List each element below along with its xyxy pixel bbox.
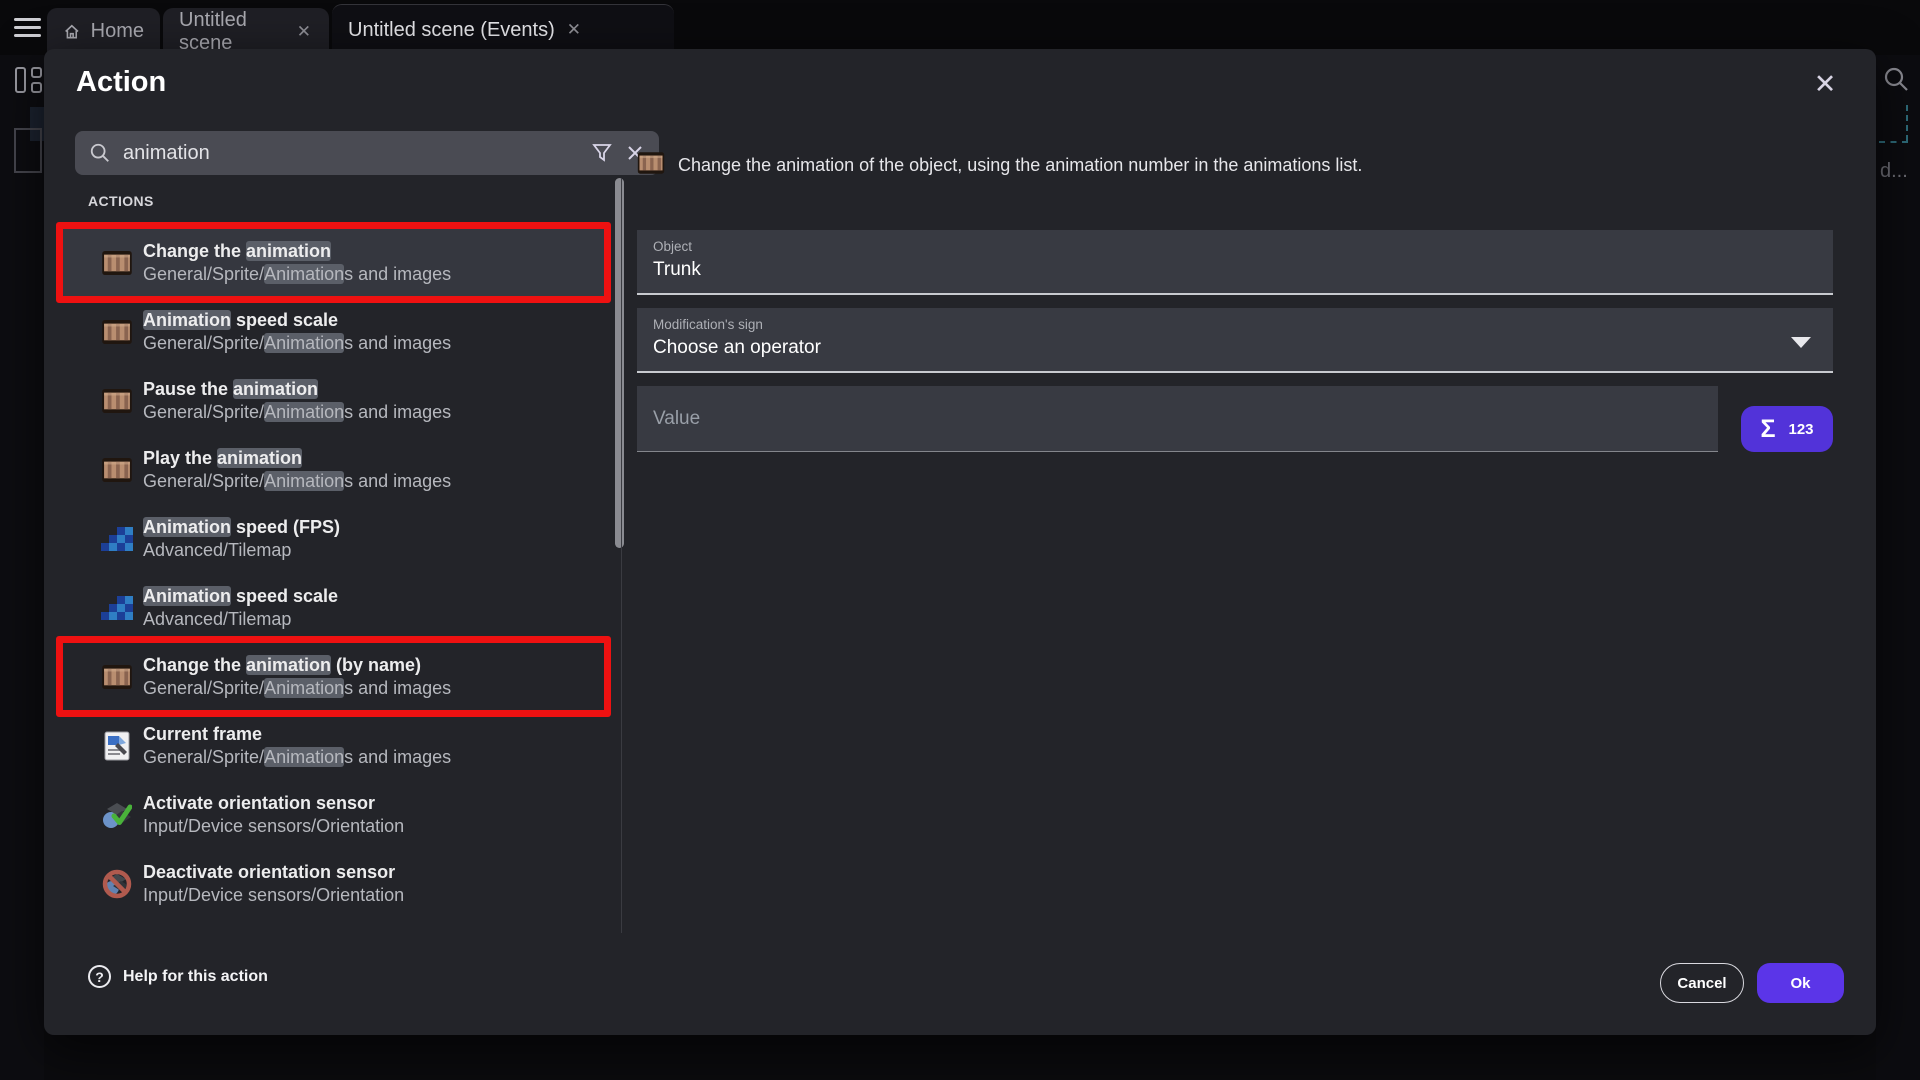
action-subtitle: General/Sprite/Animations and images — [143, 677, 451, 700]
action-list-item[interactable]: Current frame General/Sprite/Animations … — [62, 711, 605, 780]
action-title: Play the animation — [143, 447, 451, 470]
action-subtitle: General/Sprite/Animations and images — [143, 332, 451, 355]
menu-icon[interactable] — [14, 18, 41, 38]
action-title: Animation speed (FPS) — [143, 516, 340, 539]
object-field-label: Object — [653, 239, 1817, 254]
chevron-down-icon — [1791, 337, 1811, 348]
sprite-animation-icon — [637, 150, 665, 181]
tab-untitled-scene-events[interactable]: Untitled scene (Events) ✕ — [332, 4, 674, 55]
action-title: Deactivate orientation sensor — [143, 861, 404, 884]
expression-editor-button[interactable]: Σ 123 — [1741, 406, 1833, 452]
panel-divider — [621, 178, 622, 933]
action-list-item[interactable]: Animation speed (FPS) Advanced/Tilemap — [62, 504, 605, 573]
value-input[interactable] — [637, 386, 1718, 451]
help-link[interactable]: ? Help for this action — [88, 965, 268, 988]
action-subtitle: General/Sprite/Animations and images — [143, 746, 451, 769]
action-subtitle: General/Sprite/Animations and images — [143, 470, 451, 493]
search-icon[interactable] — [1882, 65, 1910, 93]
background-right-panel: d... — [1876, 55, 1920, 1080]
action-list-item[interactable]: Pause the animation General/Sprite/Anima… — [62, 366, 605, 435]
truncated-event-text: d... — [1880, 160, 1908, 183]
sigma-icon: Σ — [1760, 415, 1775, 444]
action-list-item[interactable]: Play the animation General/Sprite/Animat… — [62, 435, 605, 504]
action-subtitle: General/Sprite/Animations and images — [143, 401, 451, 424]
help-icon: ? — [88, 965, 111, 988]
action-list-item[interactable]: Animation speed scale General/Sprite/Ani… — [62, 297, 605, 366]
action-list-item[interactable]: Change the animation General/Sprite/Anim… — [62, 228, 605, 297]
tab-label: Untitled scene (Events) — [348, 19, 555, 42]
tab-untitled-scene[interactable]: Untitled scene ✕ — [163, 8, 329, 55]
tab-label: Home — [91, 20, 144, 43]
dialog-title: Action — [76, 66, 166, 99]
value-field — [637, 386, 1718, 452]
action-subtitle: Input/Device sensors/Orientation — [143, 815, 404, 838]
tab-home[interactable]: Home — [47, 8, 160, 55]
action-list-item[interactable]: Animation speed scale Advanced/Tilemap — [62, 573, 605, 642]
modification-sign-label: Modification's sign — [653, 317, 1817, 332]
action-subtitle: Advanced/Tilemap — [143, 539, 340, 562]
list-scrollbar[interactable] — [615, 178, 624, 548]
object-field-value: Trunk — [653, 259, 1817, 281]
help-label: Help for this action — [123, 968, 268, 986]
tilemap-icon — [100, 595, 134, 621]
actions-list: Change the animation General/Sprite/Anim… — [62, 228, 605, 918]
action-title: Pause the animation — [143, 378, 451, 401]
action-title: Animation speed scale — [143, 585, 338, 608]
action-title: Animation speed scale — [143, 309, 451, 332]
window-topbar: Home Untitled scene ✕ Untitled scene (Ev… — [0, 0, 1920, 55]
action-title: Change the animation — [143, 240, 451, 263]
search-icon — [89, 142, 111, 164]
ok-button[interactable]: Ok — [1757, 963, 1844, 1003]
modification-sign-field[interactable]: Modification's sign Choose an operator — [637, 308, 1833, 373]
sprite-animation-icon — [100, 320, 134, 344]
sensor-active-icon — [100, 800, 134, 830]
cancel-button[interactable]: Cancel — [1660, 963, 1744, 1003]
modification-sign-value: Choose an operator — [653, 337, 1817, 359]
sprite-animation-icon — [100, 458, 134, 482]
action-dialog: Action ✕ ACTIONS Change the animation Ge… — [44, 49, 1876, 1035]
tab-close-icon[interactable]: ✕ — [295, 22, 313, 42]
action-title: Activate orientation sensor — [143, 792, 404, 815]
action-list-item[interactable]: Change the animation (by name) General/S… — [62, 642, 605, 711]
sprite-animation-icon — [100, 251, 134, 275]
home-icon — [63, 22, 81, 41]
background-left-toolbar — [0, 55, 44, 1080]
tab-label: Untitled scene — [179, 9, 285, 55]
action-title: Change the animation (by name) — [143, 654, 451, 677]
action-list-item[interactable]: Activate orientation sensor Input/Device… — [62, 780, 605, 849]
action-subtitle: General/Sprite/Animations and images — [143, 263, 451, 286]
close-icon[interactable]: ✕ — [1806, 65, 1844, 103]
action-subtitle: Advanced/Tilemap — [143, 608, 338, 631]
selection-marquee — [1906, 105, 1908, 141]
object-field[interactable]: Object Trunk — [637, 230, 1833, 295]
tilemap-icon — [100, 526, 134, 552]
search-input[interactable] — [123, 142, 579, 165]
sprite-animation-icon — [100, 665, 134, 689]
action-subtitle: Input/Device sensors/Orientation — [143, 884, 404, 907]
expression-123-label: 123 — [1788, 421, 1813, 438]
action-title: Current frame — [143, 723, 451, 746]
grid-view-icon[interactable] — [15, 67, 43, 95]
background-button-fragment — [14, 128, 42, 173]
action-description: Change the animation of the object, usin… — [678, 150, 1858, 180]
actions-section-header: ACTIONS — [88, 193, 154, 209]
sprite-animation-icon — [100, 389, 134, 413]
action-search-box[interactable] — [75, 131, 659, 175]
action-list-item[interactable]: Deactivate orientation sensor Input/Devi… — [62, 849, 605, 918]
current-frame-icon — [100, 731, 134, 761]
sensor-inactive-icon — [100, 869, 134, 899]
tab-close-icon[interactable]: ✕ — [565, 20, 583, 40]
filter-icon[interactable] — [591, 142, 613, 164]
